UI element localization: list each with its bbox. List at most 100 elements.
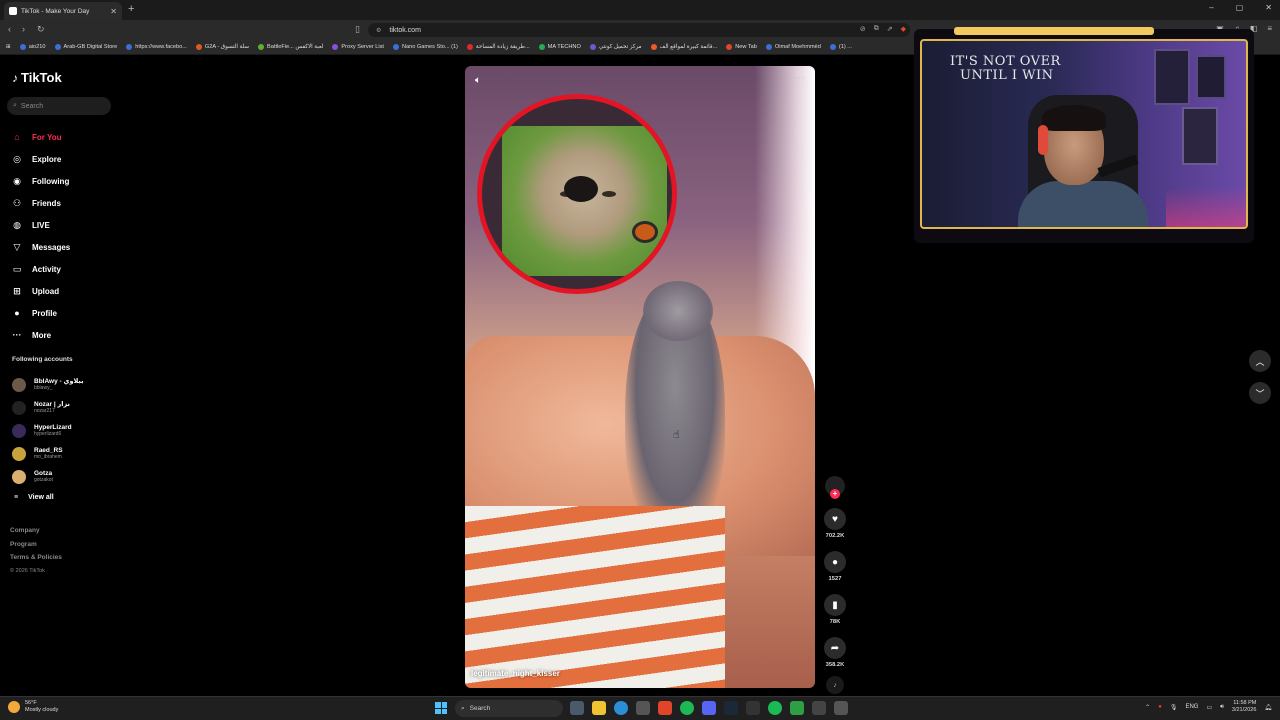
close-window-button[interactable]: ✕ (1265, 3, 1272, 12)
bookmark-item[interactable]: قائمة كبيرة لمواقع الف... (650, 44, 717, 50)
bookmark-item[interactable]: (1) ... (829, 44, 852, 50)
spotify-icon[interactable] (768, 701, 782, 715)
bookmark-page-icon[interactable]: ▯ (355, 24, 360, 35)
volume-icon[interactable]: 🔊︎ (1220, 704, 1224, 711)
creator-avatar[interactable]: + (825, 476, 845, 499)
app-icon[interactable] (790, 701, 804, 715)
like-button[interactable]: ♥ (824, 508, 846, 530)
mic-icon[interactable]: 🎙︎ (1170, 704, 1178, 711)
nav-item-activity[interactable]: ▭ Activity (10, 258, 120, 280)
xbox-icon[interactable] (680, 701, 694, 715)
task-view-icon[interactable] (570, 701, 584, 715)
next-video-button[interactable]: ﹀ (1249, 382, 1271, 404)
previous-video-button[interactable]: ︿ (1249, 350, 1271, 372)
bookmark-item[interactable]: G2A - سلة التسوق (195, 44, 249, 50)
nav-item-live[interactable]: ◍ LIVE (10, 214, 120, 236)
weather-widget[interactable]: 56°F Mostly cloudy (8, 700, 58, 714)
nav-item-label: Friends (32, 198, 61, 208)
maximize-button[interactable]: ▢ (1236, 3, 1244, 12)
search-input[interactable]: ⌕ Search (7, 97, 111, 115)
nav-item-friends[interactable]: ⚇ Friends (10, 192, 120, 214)
app-tray-icon[interactable]: ● (1158, 704, 1162, 710)
notifications-icon[interactable]: 🔔︎ (1264, 704, 1272, 711)
more-options-icon[interactable]: ··· (794, 72, 805, 84)
bookmark-item[interactable]: Proxy Server List (332, 44, 384, 50)
app-icon[interactable] (812, 701, 826, 715)
nav-item-upload[interactable]: ⊞ Upload (10, 280, 120, 302)
share-icon[interactable]: ⇗ (887, 25, 893, 33)
following-account[interactable]: Nozar | نزار nozar217 (12, 396, 120, 419)
music-disc-icon[interactable]: ♪ (826, 676, 844, 694)
minimize-button[interactable]: – (1209, 3, 1213, 12)
footer-link-company[interactable]: Company (10, 524, 62, 538)
bookmark-item[interactable]: https://www.facebo... (126, 44, 187, 50)
nav-item-more[interactable]: ··· More (10, 324, 120, 346)
bookmark-favicon-icon (589, 44, 596, 50)
footer-link-program[interactable]: Program (10, 538, 62, 552)
tiktok-logo[interactable]: ♪ TikTok (12, 70, 62, 85)
nav-item-explore[interactable]: ◎ Explore (10, 148, 120, 170)
site-info-icon[interactable]: ⚙ (376, 27, 381, 34)
follow-plus-icon[interactable]: + (830, 489, 840, 499)
brave-icon[interactable] (658, 701, 672, 715)
friends-icon: ⚇ (12, 197, 22, 208)
nav-item-for-you[interactable]: ⌂ For You (10, 126, 120, 148)
wall-poster (1182, 107, 1218, 165)
nav-item-profile[interactable]: ● Profile (10, 302, 120, 324)
windows-start-icon[interactable] (435, 702, 447, 714)
open-external-icon[interactable]: ⧉ (874, 25, 879, 33)
steam-icon[interactable] (724, 701, 738, 715)
clock[interactable]: 11:58 PM 3/21/2026 (1232, 700, 1256, 714)
obs-icon[interactable] (746, 701, 760, 715)
bookmark-item[interactable]: Nano Games Sto... (1) (392, 44, 458, 50)
striped-towel-image (465, 506, 725, 688)
forward-icon[interactable]: › (22, 24, 25, 34)
bookmark-item[interactable]: New Tab (726, 44, 757, 50)
bookmark-favicon-icon (258, 44, 265, 50)
video-player[interactable]: 🔈︎ ··· ☝︎ legitimate_night_kisser (465, 66, 815, 688)
shield-icon[interactable]: ◆ (901, 25, 906, 33)
close-tab-icon[interactable]: ✕ (110, 7, 117, 16)
bookmark-item[interactable]: MA TECHNO (538, 44, 581, 50)
video-author[interactable]: legitimate_night_kisser (471, 669, 560, 678)
bookmark-item[interactable]: Arab-GB Digital Store (54, 44, 117, 50)
chevron-up-icon[interactable]: ⌃ (1145, 704, 1150, 711)
settings-icon[interactable] (834, 701, 848, 715)
view-all-link[interactable]: ≡ View all (12, 488, 120, 506)
taskbar-search[interactable]: ⌕ Search (455, 700, 563, 717)
bookmark-item[interactable]: Oimaf Moehmmèd (765, 44, 821, 50)
bookmark-item[interactable]: طريقة زيادة المساحة... (466, 44, 530, 50)
save-button[interactable]: ▮ (824, 594, 846, 616)
reload-icon[interactable]: ↻ (37, 24, 45, 35)
heart-icon: ♥ (832, 513, 838, 525)
account-name: Raed_RS (34, 446, 63, 454)
volume-icon[interactable]: 🔈︎ (475, 75, 481, 86)
footer-link-terms[interactable]: Terms & Policies (10, 551, 62, 565)
nav-item-messages[interactable]: ▽ Messages (10, 236, 120, 258)
language-indicator[interactable]: ENG (1185, 704, 1198, 710)
system-tray: ⌃ ● 🎙︎ ENG ▭ 🔊︎ 11:58 PM 3/21/2026 🔔︎ (1145, 700, 1272, 714)
share-button[interactable]: ➦ (824, 637, 846, 659)
bookmark-item[interactable]: مركز تحميل كونتي (589, 44, 642, 50)
bookmark-item[interactable]: aio210 (19, 44, 46, 50)
following-account[interactable]: HyperLizard hyperlizard6 (12, 419, 120, 442)
new-tab-button[interactable]: + (128, 3, 134, 15)
edge-icon[interactable] (614, 701, 628, 715)
comment-button[interactable]: ● (824, 551, 846, 573)
store-icon[interactable] (636, 701, 650, 715)
following-account[interactable]: BblAwy - ببلاوي bblawy_ (12, 373, 120, 396)
network-icon[interactable]: ▭ (1206, 704, 1212, 711)
apps-grid-icon[interactable]: ⊞ (6, 44, 11, 50)
address-bar[interactable]: ⚙ tiktok.com ⊘ ⧉ ⇗ ◆ (368, 23, 910, 37)
nav-item-following[interactable]: ◉ Following (10, 170, 120, 192)
file-explorer-icon[interactable] (592, 701, 606, 715)
tracking-icon[interactable]: ⊘ (860, 25, 866, 33)
streamer-body (1018, 181, 1148, 227)
following-account[interactable]: Raed_RS mo_ibrahem (12, 442, 120, 465)
discord-icon[interactable] (702, 701, 716, 715)
following-account[interactable]: Gotza gotzakot (12, 465, 120, 488)
back-icon[interactable]: ‹ (8, 24, 11, 34)
browser-tab[interactable]: TikTok - Make Your Day ✕ (4, 2, 122, 20)
menu-icon[interactable]: ≡ (1267, 24, 1272, 33)
bookmark-item[interactable]: BattleFie... لعبة الاكفس (258, 44, 323, 50)
